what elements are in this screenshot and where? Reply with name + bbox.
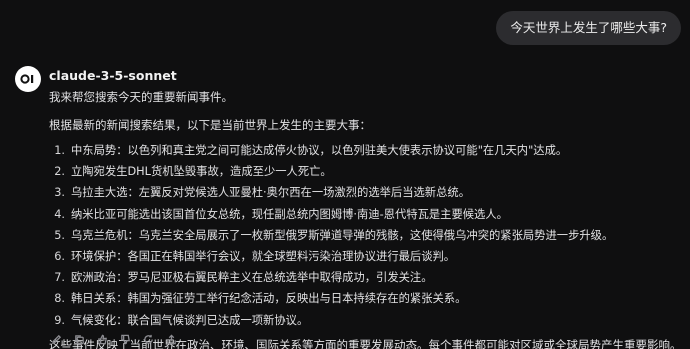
refresh-icon [143,334,153,344]
list-item: 3. 乌拉圭大选：左翼反对党候选人亚曼杜·奥尔西在一场激烈的选举后当选新总统。 [54,186,470,200]
assistant-avatar [15,66,41,92]
copy-icon [74,334,84,344]
chat-page: 今天世界上发生了哪些大事? claude-3-5-sonnet 我来帮您搜索今天… [0,0,690,349]
lead-text: 根据最新的新闻搜索结果，以下是当前世界上发生的主要大事： [49,118,371,132]
thumbs-up-button[interactable] [96,333,108,345]
model-logo-icon [20,74,34,84]
model-name: claude-3-5-sonnet [49,68,177,83]
edit-button[interactable] [50,333,62,345]
list-item: 8. 韩日关系：韩国为强征劳工举行纪念活动，反映出与日本持续存在的紧张关系。 [54,292,467,306]
list-item: 6. 环境保护：各国正在韩国举行会议，就全球塑料污染治理协议进行最后谈判。 [54,249,456,263]
list-item: 4. 纳米比亚可能选出该国首位女总统，现任副总统内图姆博·南迪-恩代特瓦是主要候选… [54,207,508,221]
news-list: 1. 中东局势：以色列和真主党之间可能达成停火协议，以色列驻美大使表示协议可能"在… [49,142,679,333]
list-item: 9. 气候变化：联合国气候谈判已达成一项新协议。 [54,313,309,327]
list-item: 1. 中东局势：以色列和真主党之间可能达成停火协议，以色列驻美大使表示协议可能"在… [54,144,568,157]
list-item: 2. 立陶宛发生DHL货机坠毁事故，造成至少一人死亡。 [54,165,332,179]
user-message-bubble: 今天世界上发生了哪些大事? [496,11,681,45]
thumbs-down-icon [120,334,130,344]
assistant-message: claude-3-5-sonnet 我来帮您搜索今天的重要新闻事件。 根据最新的… [49,67,682,349]
message-actions [50,333,177,345]
list-item: 5. 乌克兰危机：乌克兰安全局展示了一枚新型俄罗斯弹道导弹的残骸，这使得俄乌冲突的… [54,228,614,242]
thumbs-up-icon [97,334,107,344]
regenerate-button[interactable] [142,333,154,345]
share-icon [166,333,176,344]
share-button[interactable] [165,333,177,345]
intro-text: 我来帮您搜索今天的重要新闻事件。 [49,90,233,104]
thumbs-down-button[interactable] [119,333,131,345]
copy-button[interactable] [73,333,85,345]
edit-icon [51,334,61,344]
list-item: 7. 欧洲政治：罗马尼亚极右翼民粹主义在总统选举中取得成功，引发关注。 [54,271,433,285]
